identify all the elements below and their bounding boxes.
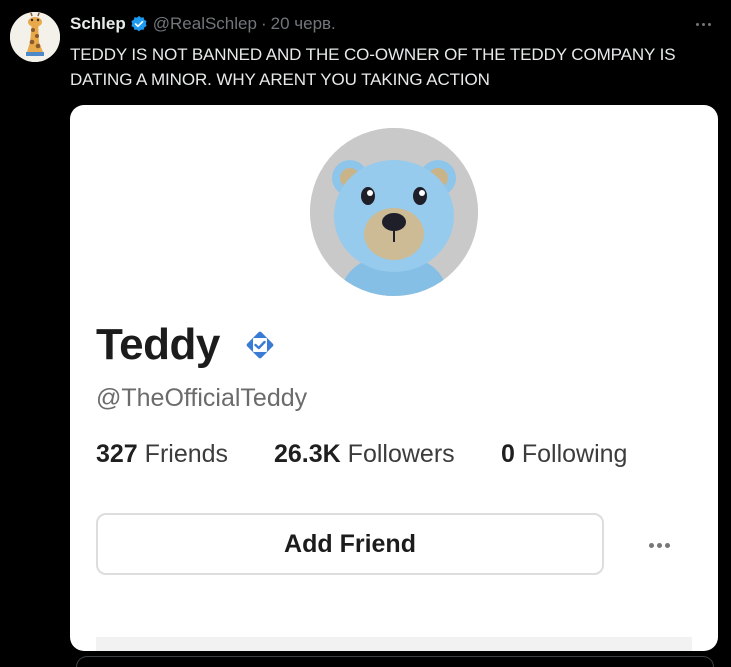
separator-dot: · (260, 14, 267, 33)
friends-stat: 327 Friends (96, 438, 228, 470)
tweet-header: Schlep @RealSchlep · 20 черв. (70, 14, 336, 34)
followers-label: Followers (347, 440, 455, 468)
following-count: 0 (501, 440, 515, 468)
tweet-text: TEDDY IS NOT BANNED AND THE CO-OWNER OF … (70, 45, 676, 89)
card-more-options-icon (644, 535, 674, 555)
profile-name: Teddy (96, 320, 220, 369)
followers-count: 26.3K (274, 440, 341, 468)
more-options-icon[interactable] (691, 14, 715, 34)
verified-badge-icon (130, 15, 148, 33)
blue-teddy-bear-icon (310, 128, 478, 296)
display-name[interactable]: Schlep (70, 14, 126, 34)
tweet: Schlep @RealSchlep · 20 черв. TEDDY IS N… (0, 0, 731, 667)
card-bottom-strip (96, 637, 692, 651)
add-friend-button: Add Friend (96, 513, 604, 575)
user-avatar[interactable] (10, 12, 60, 62)
profile-card-image[interactable]: Teddy @TheOfficialTeddy 327 Friends 26.3… (70, 105, 718, 651)
next-media-edge (76, 656, 714, 667)
followers-stat: 26.3K Followers (274, 438, 455, 470)
profile-handle: @TheOfficialTeddy (96, 384, 308, 412)
friends-label: Friends (144, 440, 229, 468)
following-stat: 0 Following (501, 438, 627, 470)
tweet-timestamp[interactable]: 20 черв. (271, 14, 336, 34)
roblox-verified-badge-icon (246, 331, 274, 364)
friends-count: 327 (96, 440, 138, 468)
user-handle[interactable]: @RealSchlep (153, 14, 257, 34)
teddy-avatar (310, 128, 478, 296)
following-label: Following (521, 440, 628, 468)
giraffe-avatar-icon (10, 12, 60, 62)
